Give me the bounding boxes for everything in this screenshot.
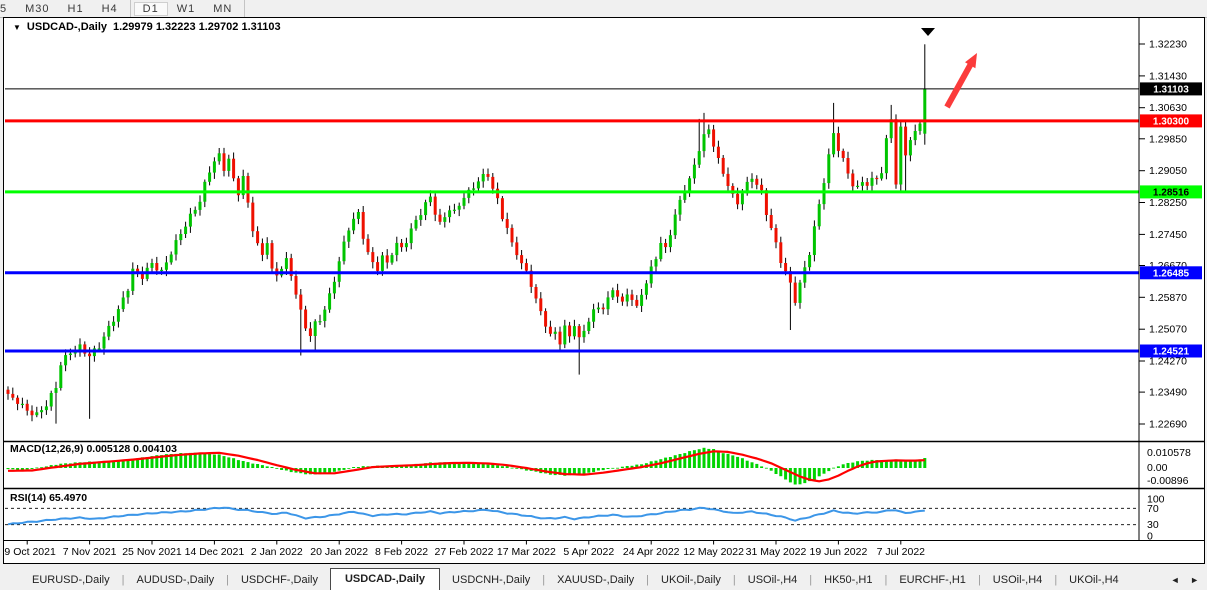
chart-ohlc-values: 1.29979 1.32223 1.29702 1.31103: [113, 21, 281, 33]
symbol-tab-bar: EURUSD-,Daily|AUDUSD-,Daily|USDCHF-,Dail…: [0, 564, 1207, 590]
date-axis-label: 19 Jun 2022: [809, 546, 867, 558]
symbol-tab-eurchf-h1[interactable]: EURCHF-,H1: [887, 571, 978, 590]
symbol-tab-hk50-h1[interactable]: HK50-,H1: [812, 571, 884, 590]
macd-axis-max: 0.010578: [1147, 447, 1191, 459]
symbol-tab-xauusd-daily[interactable]: XAUUSD-,Daily: [545, 571, 646, 590]
price-badge-value: 1.31103: [1153, 84, 1189, 95]
price-axis-label: 1.23490: [1149, 387, 1187, 399]
toolbar-separator: [130, 0, 131, 17]
rsi-axis-label: 70: [1147, 503, 1159, 515]
rsi-axis-label: 30: [1147, 519, 1159, 531]
date-axis-label: 27 Feb 2022: [435, 546, 494, 558]
date-axis-label: 8 Feb 2022: [375, 546, 428, 558]
symbol-tab-usdcnh-daily[interactable]: USDCNH-,Daily: [440, 571, 542, 590]
price-axis-label: 1.25870: [1149, 292, 1187, 304]
price-axis-label: 1.25070: [1149, 324, 1187, 336]
date-axis-label: 12 May 2022: [683, 546, 744, 558]
price-badge-value: 1.30300: [1153, 116, 1190, 127]
date-axis-label: 7 Nov 2021: [63, 546, 117, 558]
timeframe-button-m30[interactable]: M30: [16, 2, 58, 16]
date-axis-label: 7 Jul 2022: [877, 546, 926, 558]
price-badge-value: 1.24521: [1153, 347, 1190, 358]
macd-axis-min: -0.00896: [1147, 475, 1189, 487]
symbol-tab-usdcad-daily[interactable]: USDCAD-,Daily: [330, 568, 440, 590]
date-axis-label: 19 Oct 2021: [4, 546, 56, 558]
timeframe-button-w1[interactable]: W1: [168, 2, 205, 16]
symbol-tab-ukoil-h4[interactable]: UKOil-,H4: [1057, 571, 1131, 590]
date-axis-label: 31 May 2022: [746, 546, 807, 558]
price-axis-label: 1.32230: [1149, 39, 1187, 51]
price-axis-label: 1.27450: [1149, 229, 1187, 241]
price-chart-canvas[interactable]: 1.32230 1.31430 1.30630 1.29850 1.29050 1.282…: [4, 18, 1204, 563]
symbol-tab-usdchf-daily[interactable]: USDCHF-,Daily: [229, 571, 330, 590]
chart-title: ▼ USDCAD-,Daily 1.29979 1.32223 1.29702 …: [13, 21, 281, 33]
rsi-axis-label: 0: [1147, 531, 1153, 543]
date-axis-label: 14 Dec 2021: [185, 546, 245, 558]
chart-window[interactable]: 1.32230 1.31430 1.30630 1.29850 1.29050 1.282…: [3, 17, 1205, 564]
price-axis-label: 1.31430: [1149, 70, 1187, 82]
date-axis-label: 24 Apr 2022: [623, 546, 680, 558]
timeframe-button-5[interactable]: 5: [0, 2, 16, 16]
price-axis-label: 1.28250: [1149, 197, 1187, 209]
symbol-tab-usoil-h4[interactable]: USOil-,H4: [736, 571, 810, 590]
date-axis-label: 5 Apr 2022: [563, 546, 614, 558]
toolbar-separator: [244, 0, 245, 17]
symbol-tab-ukoil-daily[interactable]: UKOil-,Daily: [649, 571, 733, 590]
timeframe-button-h4[interactable]: H4: [93, 2, 127, 16]
tab-scroll-arrows[interactable]: ◄ ►: [1171, 575, 1203, 585]
date-axis-label: 20 Jan 2022: [310, 546, 368, 558]
date-axis-label: 25 Nov 2021: [122, 546, 182, 558]
timeframe-button-mn[interactable]: MN: [204, 2, 241, 16]
symbol-tab-eurusd-daily[interactable]: EURUSD-,Daily: [20, 571, 122, 590]
symbol-tab-usoil-h4[interactable]: USOil-,H4: [981, 571, 1055, 590]
timeframe-button-h1[interactable]: H1: [59, 2, 93, 16]
date-axis-label: 17 Mar 2022: [497, 546, 556, 558]
price-axis-label: 1.22690: [1149, 418, 1187, 430]
macd-axis-zero: 0.00: [1147, 462, 1168, 474]
price-axis-label: 1.29850: [1149, 133, 1187, 145]
price-axis-label: 1.30630: [1149, 102, 1187, 114]
chart-symbol-label: USDCAD-,Daily: [27, 21, 107, 33]
price-badge-value: 1.28516: [1153, 187, 1190, 198]
price-badge-value: 1.26485: [1153, 268, 1190, 279]
price-axis-label: 1.29050: [1149, 165, 1187, 177]
application-window: 5M30H1H4 D1W1MN 1.32230 1.31430 1.30630 1.29…: [0, 0, 1207, 590]
chart-dropdown-icon[interactable]: ▼: [13, 23, 21, 32]
timeframe-button-d1[interactable]: D1: [134, 2, 168, 16]
timeframe-toolbar: 5M30H1H4 D1W1MN: [0, 0, 1207, 18]
rsi-label: RSI(14) 65.4970: [10, 492, 87, 504]
date-axis-label: 2 Jan 2022: [251, 546, 303, 558]
symbol-tab-audusd-daily[interactable]: AUDUSD-,Daily: [124, 571, 226, 590]
macd-label: MACD(12,26,9) 0.005128 0.004103: [10, 443, 177, 455]
